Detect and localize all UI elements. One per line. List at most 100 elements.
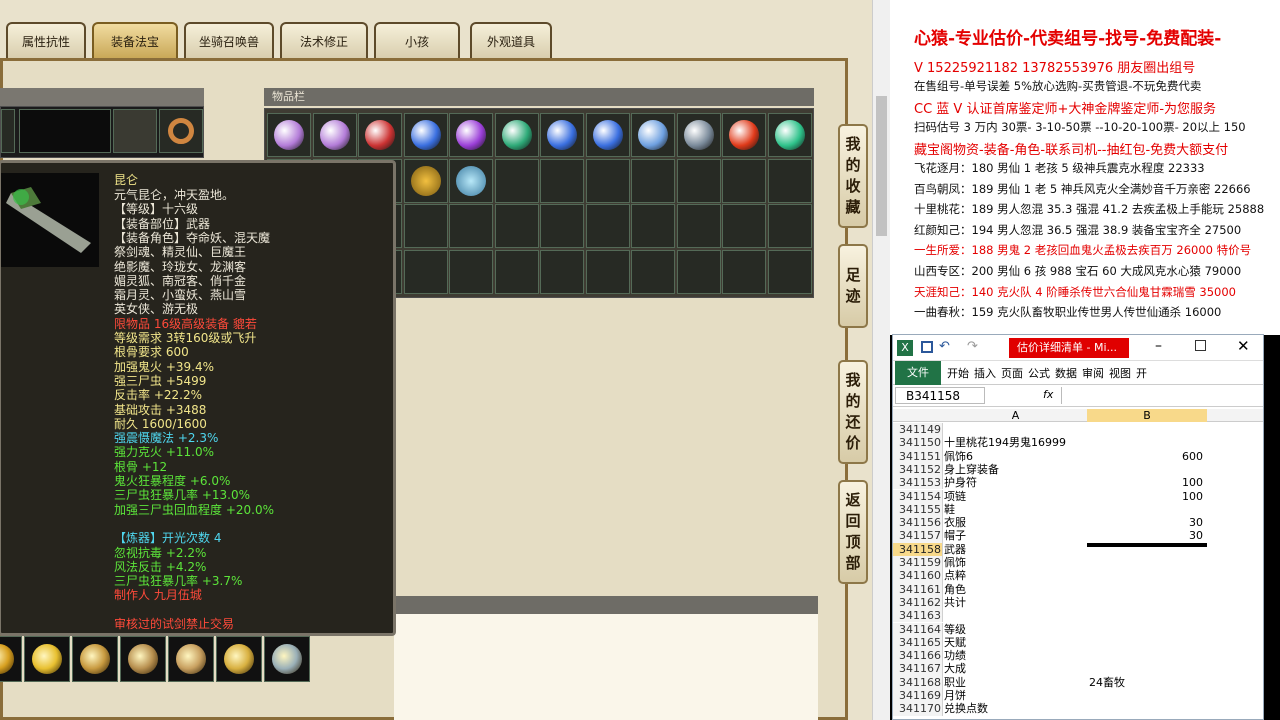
cell-a[interactable]: 兑换点数 <box>944 702 1087 715</box>
row-number[interactable]: 341160 <box>893 569 943 583</box>
inventory-slot[interactable] <box>722 158 766 203</box>
equip-slot[interactable] <box>120 636 166 682</box>
equip-slot[interactable] <box>1 109 15 153</box>
cell-a[interactable]: 共计 <box>944 596 1087 609</box>
scrollbar-thumb[interactable] <box>876 96 887 236</box>
ribbon-tab-5[interactable]: 数据 <box>1055 365 1077 381</box>
cell-a[interactable]: 佩饰 <box>944 556 1087 569</box>
inventory-slot[interactable] <box>494 113 539 157</box>
inventory-slot[interactable] <box>540 158 584 203</box>
inventory-slot[interactable] <box>403 158 448 203</box>
inventory-slot[interactable] <box>631 249 675 294</box>
cell-a[interactable]: 衣服 <box>944 516 1087 529</box>
equip-slot[interactable] <box>264 636 310 682</box>
row-number[interactable]: 341157 <box>893 529 943 543</box>
inventory-slot[interactable] <box>494 249 539 294</box>
cell-a[interactable]: 项链 <box>944 490 1087 503</box>
tab-1[interactable]: 装备法宝 <box>92 22 178 58</box>
inventory-slot[interactable] <box>767 158 812 203</box>
equip-slot[interactable] <box>216 636 262 682</box>
row-number[interactable]: 341165 <box>893 635 943 650</box>
tab-5[interactable]: 外观道具 <box>470 22 552 58</box>
row-number[interactable]: 341163 <box>893 609 943 623</box>
cell-b[interactable]: 30 <box>1087 516 1207 529</box>
inventory-slot[interactable] <box>403 249 448 294</box>
cell-b[interactable]: 600 <box>1087 450 1207 463</box>
equip-slot-weapon[interactable] <box>19 109 111 153</box>
inventory-slot[interactable] <box>631 113 675 157</box>
spreadsheet-grid[interactable]: A B 341149 341150 十里桃花194男鬼16999 341151 佩饰6 6… <box>893 409 1263 719</box>
inventory-slot[interactable] <box>676 113 721 157</box>
row-number[interactable]: 341149 <box>893 423 943 437</box>
close-button[interactable]: ✕ <box>1237 337 1250 355</box>
redo-icon[interactable]: ↷ <box>967 339 978 354</box>
row-number[interactable]: 341155 <box>893 502 943 517</box>
inventory-slot[interactable] <box>358 113 402 157</box>
cell-a[interactable]: 天赋 <box>944 636 1087 649</box>
cell-a[interactable]: 帽子 <box>944 529 1087 542</box>
inventory-slot[interactable] <box>449 113 493 157</box>
ribbon-tab-4[interactable]: 公式 <box>1028 365 1050 381</box>
row-number[interactable]: 341166 <box>893 649 943 663</box>
equip-slot[interactable] <box>24 636 70 682</box>
equip-slot[interactable] <box>168 636 214 682</box>
cell-a[interactable]: 月饼 <box>944 689 1087 702</box>
tab-2[interactable]: 坐骑召唤兽 <box>184 22 274 58</box>
side-button-2[interactable]: 我的还价 <box>838 360 868 464</box>
inventory-slot[interactable] <box>312 113 357 157</box>
inventory-slot[interactable] <box>449 204 493 248</box>
save-icon[interactable] <box>921 341 933 353</box>
side-button-0[interactable]: 我的收藏 <box>838 124 868 228</box>
ribbon-tab-8[interactable]: 开 <box>1136 365 1147 381</box>
row-number[interactable]: 341158 <box>893 542 943 556</box>
column-header-b[interactable]: B <box>1087 409 1207 423</box>
ribbon-tab-0[interactable]: 文件 <box>895 361 941 385</box>
column-header-a[interactable]: A <box>944 409 1087 422</box>
inventory-slot[interactable] <box>585 113 630 157</box>
cell-a[interactable]: 护身符 <box>944 476 1087 489</box>
cell-b[interactable] <box>1087 542 1207 547</box>
row-number[interactable]: 341169 <box>893 689 943 703</box>
equip-slot[interactable] <box>0 636 22 682</box>
undo-icon[interactable]: ↶ <box>939 339 950 354</box>
row-number[interactable]: 341170 <box>893 702 943 716</box>
cell-a[interactable]: 身上穿装备 <box>944 463 1087 476</box>
ribbon-tab-2[interactable]: 插入 <box>974 365 996 381</box>
inventory-slot[interactable] <box>267 113 311 157</box>
ribbon-tab-7[interactable]: 视图 <box>1109 365 1131 381</box>
vertical-scrollbar[interactable] <box>872 0 890 720</box>
inventory-slot[interactable] <box>585 249 630 294</box>
name-box[interactable]: B341158 <box>895 387 985 404</box>
cell-a[interactable]: 大成 <box>944 662 1087 675</box>
inventory-slot[interactable] <box>722 249 766 294</box>
row-number[interactable]: 341154 <box>893 489 943 503</box>
inventory-slot[interactable] <box>676 249 721 294</box>
cell-a[interactable]: 职业 <box>944 676 1087 689</box>
inventory-slot[interactable] <box>540 204 584 248</box>
row-number[interactable]: 341168 <box>893 675 943 689</box>
equip-slot-empty[interactable] <box>113 109 157 153</box>
equip-slot-ring[interactable] <box>159 109 203 153</box>
ribbon-tab-3[interactable]: 页面 <box>1001 365 1023 381</box>
tab-4[interactable]: 小孩 <box>374 22 460 58</box>
row-number[interactable]: 341156 <box>893 516 943 530</box>
inventory-slot[interactable] <box>494 204 539 248</box>
cell-a[interactable]: 等级 <box>944 623 1087 636</box>
row-number[interactable]: 341151 <box>893 449 943 463</box>
inventory-slot[interactable] <box>585 158 630 203</box>
row-number[interactable]: 341152 <box>893 462 943 477</box>
equip-slot[interactable] <box>72 636 118 682</box>
cell-b[interactable]: 24畜牧 <box>1087 676 1207 689</box>
inventory-slot[interactable] <box>722 204 766 248</box>
inventory-slot[interactable] <box>767 249 812 294</box>
row-number[interactable]: 341161 <box>893 582 943 596</box>
row-number[interactable]: 341159 <box>893 556 943 570</box>
inventory-slot[interactable] <box>631 158 675 203</box>
side-button-1[interactable]: 足迹 <box>838 244 868 328</box>
inventory-slot[interactable] <box>540 249 584 294</box>
cell-b[interactable]: 30 <box>1087 529 1207 542</box>
row-number[interactable]: 341153 <box>893 476 943 490</box>
row-number[interactable]: 341167 <box>893 662 943 676</box>
row-number[interactable]: 341150 <box>893 436 943 450</box>
row-number[interactable]: 341164 <box>893 622 943 636</box>
